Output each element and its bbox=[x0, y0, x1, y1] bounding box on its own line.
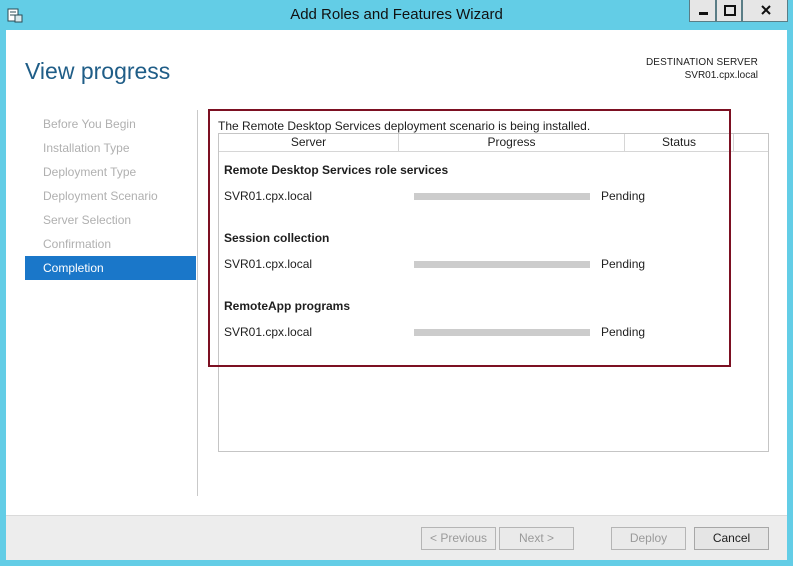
destination-server-name: SVR01.cpx.local bbox=[684, 70, 758, 81]
nav-item-completion[interactable]: Completion bbox=[25, 256, 196, 280]
progress-grid: Server Progress Status Remote Desktop Se… bbox=[218, 133, 769, 452]
progress-bar bbox=[414, 261, 590, 268]
minimize-icon bbox=[699, 12, 708, 15]
wizard-steps-nav: Before You Begin Installation Type Deplo… bbox=[25, 112, 196, 280]
wizard-window: Add Roles and Features Wizard View progr… bbox=[0, 0, 793, 566]
nav-item-confirmation[interactable]: Confirmation bbox=[25, 232, 196, 256]
column-header-status[interactable]: Status bbox=[625, 134, 734, 152]
nav-item-installation-type[interactable]: Installation Type bbox=[25, 136, 196, 160]
nav-item-before-you-begin[interactable]: Before You Begin bbox=[25, 112, 196, 136]
progress-bar bbox=[414, 329, 590, 336]
nav-item-deployment-type[interactable]: Deployment Type bbox=[25, 160, 196, 184]
wizard-footer: < Previous Next > Deploy Cancel bbox=[6, 515, 787, 560]
grid-header: Server Progress Status bbox=[219, 134, 768, 152]
cancel-button[interactable]: Cancel bbox=[694, 527, 769, 550]
row-server-name: SVR01.cpx.local bbox=[224, 257, 313, 271]
row-status: Pending bbox=[601, 189, 646, 203]
row-status: Pending bbox=[601, 325, 646, 339]
title-bar[interactable]: Add Roles and Features Wizard bbox=[0, 0, 793, 30]
column-header-progress[interactable]: Progress bbox=[399, 134, 625, 152]
nav-item-server-selection[interactable]: Server Selection bbox=[25, 208, 196, 232]
maximize-button[interactable] bbox=[716, 0, 742, 22]
wizard-content: View progress DESTINATION SERVER SVR01.c… bbox=[6, 30, 787, 560]
next-button[interactable]: Next > bbox=[499, 527, 574, 550]
window-title: Add Roles and Features Wizard bbox=[290, 6, 503, 23]
group-title-rds-role-services: Remote Desktop Services role services bbox=[224, 163, 449, 177]
deploy-button[interactable]: Deploy bbox=[611, 527, 686, 550]
installation-status-message: The Remote Desktop Services deployment s… bbox=[218, 119, 591, 133]
row-server-name: SVR01.cpx.local bbox=[224, 189, 313, 203]
column-header-server[interactable]: Server bbox=[219, 134, 399, 152]
nav-divider bbox=[197, 110, 198, 496]
progress-bar bbox=[414, 193, 590, 200]
row-status: Pending bbox=[601, 257, 646, 271]
group-title-session-collection: Session collection bbox=[224, 231, 330, 245]
minimize-button[interactable] bbox=[689, 0, 716, 22]
destination-server-label: DESTINATION SERVER bbox=[645, 57, 758, 68]
close-icon bbox=[761, 5, 771, 15]
maximize-icon bbox=[724, 5, 736, 16]
group-title-remoteapp-programs: RemoteApp programs bbox=[224, 299, 351, 313]
nav-item-deployment-scenario[interactable]: Deployment Scenario bbox=[25, 184, 196, 208]
close-button[interactable] bbox=[742, 0, 788, 22]
page-title: View progress bbox=[25, 58, 171, 84]
previous-button[interactable]: < Previous bbox=[421, 527, 496, 550]
row-server-name: SVR01.cpx.local bbox=[224, 325, 313, 339]
